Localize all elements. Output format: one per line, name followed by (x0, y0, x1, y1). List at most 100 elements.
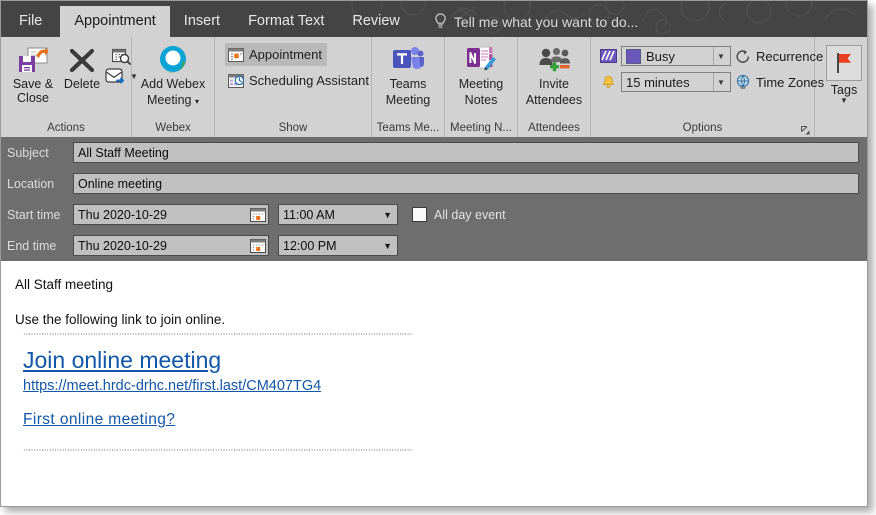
show-as-row: Busy ▼ Recurrence (600, 43, 823, 69)
body-line-1: All Staff meeting (15, 277, 114, 292)
first-online-meeting-link[interactable]: First online meeting? (23, 411, 175, 429)
ribbon-group-options: Busy ▼ Recurrence 15 minutes ▼ Time Zone… (591, 37, 824, 137)
start-time-row: Start time Thu 2020-10-29 11:00 AM ▼ All… (1, 199, 867, 230)
teams-meeting-label-line1: Teams (389, 77, 427, 91)
teams-icon (393, 47, 424, 69)
webex-dropdown-caret-icon[interactable]: ▾ (195, 97, 199, 106)
show-as-icon (600, 49, 617, 63)
tab-file[interactable]: File (1, 6, 60, 37)
join-online-meeting-link[interactable]: Join online meeting (23, 345, 221, 375)
red-flag-icon (837, 53, 851, 73)
group-label-actions: Actions (47, 122, 85, 134)
location-row: Location Online meeting (1, 168, 867, 199)
subject-input[interactable]: All Staff Meeting (73, 142, 859, 163)
reminder-dropdown[interactable]: 15 minutes ▼ (621, 72, 731, 92)
start-time-value: 11:00 AM (283, 207, 335, 222)
tags-button[interactable]: Tags ▼ (821, 45, 867, 105)
appointment-calendar-icon (228, 47, 244, 62)
show-as-dropdown[interactable]: Busy ▼ (621, 46, 731, 66)
tab-review[interactable]: Review (338, 6, 414, 37)
end-time-value: 12:00 PM (283, 238, 337, 253)
tab-list: File Appointment Insert Format Text Revi… (1, 1, 867, 37)
start-date-input[interactable]: Thu 2020-10-29 (73, 204, 269, 225)
add-webex-meeting-button[interactable]: Add Webex Meeting ▾ (138, 41, 208, 111)
group-label-meeting-notes: Meeting N... (450, 122, 512, 134)
webex-logo-icon (160, 46, 186, 73)
tags-dropdown-caret-icon[interactable]: ▼ (840, 97, 848, 105)
tab-review-label: Review (352, 13, 400, 29)
body-divider-top (23, 333, 413, 335)
tab-format-text[interactable]: Format Text (234, 6, 338, 37)
ribbon-tab-bar: File Appointment Insert Format Text Revi… (1, 1, 867, 37)
ribbon-group-meeting-notes: Meeting Notes Meeting N... (445, 37, 518, 137)
calendar-picker-icon[interactable] (250, 238, 266, 253)
onenote-icon (467, 46, 496, 71)
show-as-value: Busy (646, 48, 675, 64)
group-label-attendees: Attendees (528, 122, 580, 134)
end-time-label: End time (7, 238, 57, 253)
delete-label: Delete (63, 77, 101, 91)
invite-attendees-button[interactable]: Invite Attendees (524, 41, 584, 109)
start-date-value: Thu 2020-10-29 (78, 207, 167, 222)
ribbon-group-show: Appointment Scheduling Assistant Show (215, 37, 372, 137)
body-divider-bottom (23, 449, 413, 451)
reminder-row: 15 minutes ▼ Time Zones (600, 69, 824, 95)
subject-label: Subject (7, 145, 49, 160)
tab-appointment[interactable]: Appointment (60, 6, 170, 37)
tab-format-text-label: Format Text (248, 13, 325, 29)
appointment-body[interactable]: All Staff meeting Use the following link… (1, 261, 867, 506)
calendar-picker-icon[interactable] (250, 207, 266, 222)
end-time-input[interactable]: 12:00 PM ▼ (278, 235, 398, 256)
start-time-label: Start time (7, 207, 61, 222)
all-day-event-checkbox[interactable]: All day event (412, 207, 506, 222)
delete-button[interactable]: Delete (59, 45, 105, 91)
show-scheduling-assistant-button[interactable]: Scheduling Assistant (225, 69, 374, 92)
end-date-input[interactable]: Thu 2020-10-29 (73, 235, 269, 256)
save-and-close-button[interactable]: Save & Close (7, 45, 59, 105)
ribbon-group-tags: Tags ▼ (815, 37, 867, 137)
show-appointment-label: Appointment (249, 47, 322, 62)
group-label-options: Options (682, 122, 723, 134)
tab-insert-label: Insert (183, 13, 221, 29)
reminder-value: 15 minutes (626, 74, 690, 90)
start-time-caret-icon[interactable]: ▼ (383, 210, 395, 220)
tell-me-label: Tell me what you want to do... (453, 13, 639, 30)
save-close-label-line1: Save & (12, 77, 54, 91)
tab-insert[interactable]: Insert (170, 6, 234, 37)
end-date-value: Thu 2020-10-29 (78, 238, 167, 253)
show-appointment-button[interactable]: Appointment (225, 43, 327, 66)
all-day-checkbox-box[interactable] (412, 207, 427, 222)
delete-x-icon (69, 48, 95, 73)
appointment-header-fields: Subject All Staff Meeting Location Onlin… (1, 137, 867, 261)
end-time-caret-icon[interactable]: ▼ (383, 241, 395, 251)
tab-file-label: File (19, 13, 43, 29)
body-line-2: Use the following link to join online. (15, 312, 226, 327)
location-input[interactable]: Online meeting (73, 173, 859, 194)
recurrence-button[interactable]: Recurrence (735, 49, 823, 64)
globe-icon (736, 74, 750, 89)
group-label-tags (842, 120, 845, 137)
teams-meeting-button[interactable]: Teams Meeting (378, 41, 438, 109)
meeting-notes-button[interactable]: Meeting Notes (451, 41, 511, 109)
subject-row: Subject All Staff Meeting (1, 137, 867, 168)
start-time-input[interactable]: 11:00 AM ▼ (278, 204, 398, 225)
reminder-caret-icon[interactable]: ▼ (713, 73, 728, 91)
invite-attendees-label-line2: Attendees (525, 93, 583, 107)
add-webex-label-line2: Meeting ▾ (147, 93, 199, 107)
meeting-url-link[interactable]: https://meet.hrdc-drhc.net/first.last/CM… (23, 375, 321, 397)
show-as-caret-icon[interactable]: ▼ (713, 47, 728, 65)
meeting-notes-label-line2: Notes (464, 93, 498, 107)
calendar-search-icon[interactable] (111, 48, 131, 65)
location-label: Location (7, 176, 55, 191)
group-label-webex: Webex (155, 122, 191, 134)
recurrence-label: Recurrence (756, 48, 824, 64)
tell-me-search-box[interactable]: Tell me what you want to do... (434, 6, 638, 37)
subject-value: All Staff Meeting (78, 145, 169, 160)
ribbon-group-actions: Save & Close Delete ▼ Actions (1, 37, 138, 137)
time-zones-button[interactable]: Time Zones (735, 74, 824, 90)
dialog-launcher-icon[interactable] (801, 126, 810, 135)
meeting-notes-label-line1: Meeting (458, 77, 504, 91)
location-value: Online meeting (78, 176, 163, 191)
forward-envelope-icon[interactable] (105, 68, 127, 84)
save-close-label-line2: Close (17, 91, 49, 105)
